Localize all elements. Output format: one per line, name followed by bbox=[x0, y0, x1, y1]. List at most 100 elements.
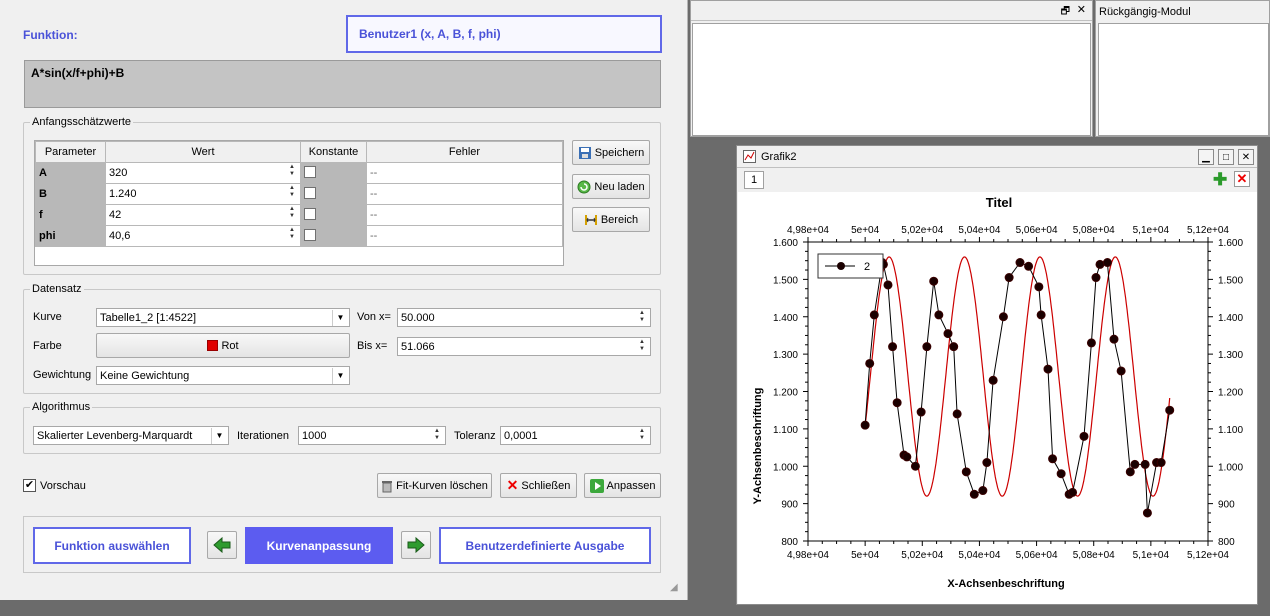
undo-list[interactable] bbox=[1098, 23, 1269, 136]
param-value-cell[interactable]: 40,6 ▲ ▼ bbox=[105, 225, 301, 247]
weighting-value: Keine Gewichtung bbox=[100, 369, 190, 382]
close-button[interactable]: ✕ Schließen bbox=[500, 473, 577, 498]
x-tick-label: 5,02e+04 bbox=[901, 550, 943, 561]
curve-select[interactable]: Tabelle1_2 [1:4522] ▼ bbox=[96, 308, 350, 327]
formula-editor[interactable]: A*sin(x/f+phi)+B bbox=[24, 60, 661, 108]
param-value-cell[interactable]: 42 ▲ ▼ bbox=[105, 204, 301, 226]
tolerance-label: Toleranz bbox=[454, 430, 496, 442]
param-value[interactable]: 42 bbox=[109, 209, 121, 221]
tolerance-input[interactable]: 0,0001 ▲ ▼ bbox=[500, 426, 651, 445]
iterations-input[interactable]: 1000 ▲ ▼ bbox=[298, 426, 446, 445]
iterations-value: 1000 bbox=[302, 429, 327, 442]
constant-cell bbox=[300, 204, 367, 226]
param-value-cell[interactable]: 1.240 ▲ ▼ bbox=[105, 183, 301, 205]
param-value[interactable]: 1.240 bbox=[109, 188, 137, 200]
legend-marker bbox=[837, 262, 845, 270]
spin-arrows-icon[interactable]: ▲ ▼ bbox=[285, 185, 299, 200]
data-point bbox=[1116, 366, 1126, 376]
range-button[interactable]: Bereich bbox=[572, 207, 650, 232]
constant-checkbox[interactable] bbox=[304, 165, 316, 178]
clear-fit-curves-button[interactable]: Fit-Kurven löschen bbox=[377, 473, 492, 498]
dock-content bbox=[692, 23, 1091, 136]
param-name: B bbox=[35, 183, 106, 205]
close-icon: ✕ bbox=[506, 477, 519, 493]
trash-icon bbox=[382, 480, 393, 492]
to-x-input[interactable]: 51.066 ▲ ▼ bbox=[397, 337, 651, 356]
data-point bbox=[1142, 508, 1152, 518]
data-point bbox=[1130, 459, 1140, 469]
custom-output-button[interactable]: Benutzerdefinierte Ausgabe bbox=[439, 527, 651, 564]
spin-arrows-icon[interactable]: ▲ ▼ bbox=[635, 310, 649, 325]
spin-arrows-icon[interactable]: ▲ ▼ bbox=[285, 206, 299, 221]
data-point bbox=[1079, 431, 1089, 441]
y-tick-label-right: 1.400 bbox=[1218, 313, 1243, 324]
legend[interactable]: 2 bbox=[817, 253, 884, 279]
data-point bbox=[1034, 282, 1044, 292]
constant-checkbox[interactable] bbox=[304, 207, 316, 220]
param-value-cell[interactable]: 320 ▲ ▼ bbox=[105, 162, 301, 184]
from-x-value: 50.000 bbox=[401, 311, 435, 324]
chevron-down-icon[interactable]: ▼ bbox=[332, 310, 348, 326]
data-point bbox=[1056, 469, 1066, 479]
y-tick-label-right: 1.000 bbox=[1218, 462, 1243, 473]
table-row: f 42 ▲ ▼ -- bbox=[35, 204, 563, 226]
reload-button[interactable]: Neu laden bbox=[572, 174, 650, 199]
from-x-input[interactable]: 50.000 ▲ ▼ bbox=[397, 308, 651, 327]
param-error: -- bbox=[366, 183, 563, 205]
layer-tab[interactable]: 1 bbox=[744, 171, 764, 189]
back-arrow-button[interactable] bbox=[207, 531, 237, 559]
spin-arrows-icon[interactable]: ▲ ▼ bbox=[635, 428, 649, 443]
wizard-nav: Funktion auswählen Kurvenanpassung Benut… bbox=[23, 516, 661, 573]
data-point bbox=[869, 310, 879, 320]
to-x-label: Bis x= bbox=[357, 340, 388, 352]
preview-checkbox[interactable]: ✔ bbox=[23, 479, 36, 492]
data-point bbox=[1095, 259, 1105, 269]
spin-arrows-icon[interactable]: ▲ ▼ bbox=[285, 164, 299, 179]
spin-arrows-icon[interactable]: ▲ ▼ bbox=[285, 227, 299, 242]
close-icon[interactable]: ✕ bbox=[1077, 3, 1086, 16]
y-tick-label-right: 800 bbox=[1218, 537, 1235, 548]
minimize-icon[interactable]: ▁ bbox=[1198, 149, 1214, 165]
function-name-button[interactable]: Benutzer1 (x, A, B, f, phi) bbox=[346, 15, 662, 53]
chart: Titel X-Achsenbeschriftung Y-Achsenbesch… bbox=[738, 192, 1257, 604]
graph-window-title: Grafik2 bbox=[761, 151, 797, 163]
col-error: Fehler bbox=[366, 141, 563, 163]
y-tick-label: 1.300 bbox=[773, 350, 798, 361]
curve-fit-step-button[interactable]: Kurvenanpassung bbox=[245, 527, 393, 564]
y-tick-label-right: 1.100 bbox=[1218, 425, 1243, 436]
forward-arrow-button[interactable] bbox=[401, 531, 431, 559]
undo-panel-title: Rückgängig-Modul bbox=[1099, 6, 1191, 18]
data-point bbox=[1125, 467, 1135, 477]
data-point bbox=[1015, 258, 1025, 268]
param-value[interactable]: 40,6 bbox=[109, 230, 130, 242]
data-point bbox=[1004, 273, 1014, 283]
fit-button[interactable]: Anpassen bbox=[584, 473, 661, 498]
reload-button-label: Neu laden bbox=[594, 180, 645, 193]
param-error: -- bbox=[366, 204, 563, 226]
dataset-title: Datensatz bbox=[30, 283, 84, 295]
data-point bbox=[1068, 487, 1078, 497]
weighting-select[interactable]: Keine Gewichtung ▼ bbox=[96, 366, 350, 385]
color-swatch bbox=[207, 340, 219, 351]
add-layer-icon[interactable]: ✚ bbox=[1213, 171, 1227, 188]
spin-arrows-icon[interactable]: ▲ ▼ bbox=[430, 428, 444, 443]
close-icon[interactable]: ✕ bbox=[1238, 149, 1254, 165]
constant-checkbox[interactable] bbox=[304, 186, 316, 199]
save-button[interactable]: Speichern bbox=[572, 140, 650, 165]
float-icon[interactable]: 🗗 bbox=[1061, 4, 1070, 21]
param-value[interactable]: 320 bbox=[109, 167, 127, 179]
iterations-label: Iterationen bbox=[237, 430, 289, 442]
constant-checkbox[interactable] bbox=[304, 228, 316, 241]
maximize-icon[interactable]: □ bbox=[1218, 149, 1234, 165]
spin-arrows-icon[interactable]: ▲ ▼ bbox=[635, 339, 649, 354]
graph-titlebar: Grafik2 ▁ □ ✕ bbox=[737, 146, 1257, 168]
color-button[interactable]: Rot bbox=[96, 333, 350, 358]
chevron-down-icon[interactable]: ▼ bbox=[332, 368, 348, 384]
remove-layer-icon[interactable]: ✕ bbox=[1234, 171, 1250, 187]
chevron-down-icon[interactable]: ▼ bbox=[211, 428, 227, 444]
select-function-button[interactable]: Funktion auswählen bbox=[33, 527, 191, 564]
y-tick-label: 1.500 bbox=[773, 275, 798, 286]
algorithm-select[interactable]: Skalierter Levenberg-Marquardt ▼ bbox=[33, 426, 229, 445]
resize-grip-icon[interactable]: ◢ bbox=[670, 582, 682, 594]
y-tick-label-right: 1.300 bbox=[1218, 350, 1243, 361]
